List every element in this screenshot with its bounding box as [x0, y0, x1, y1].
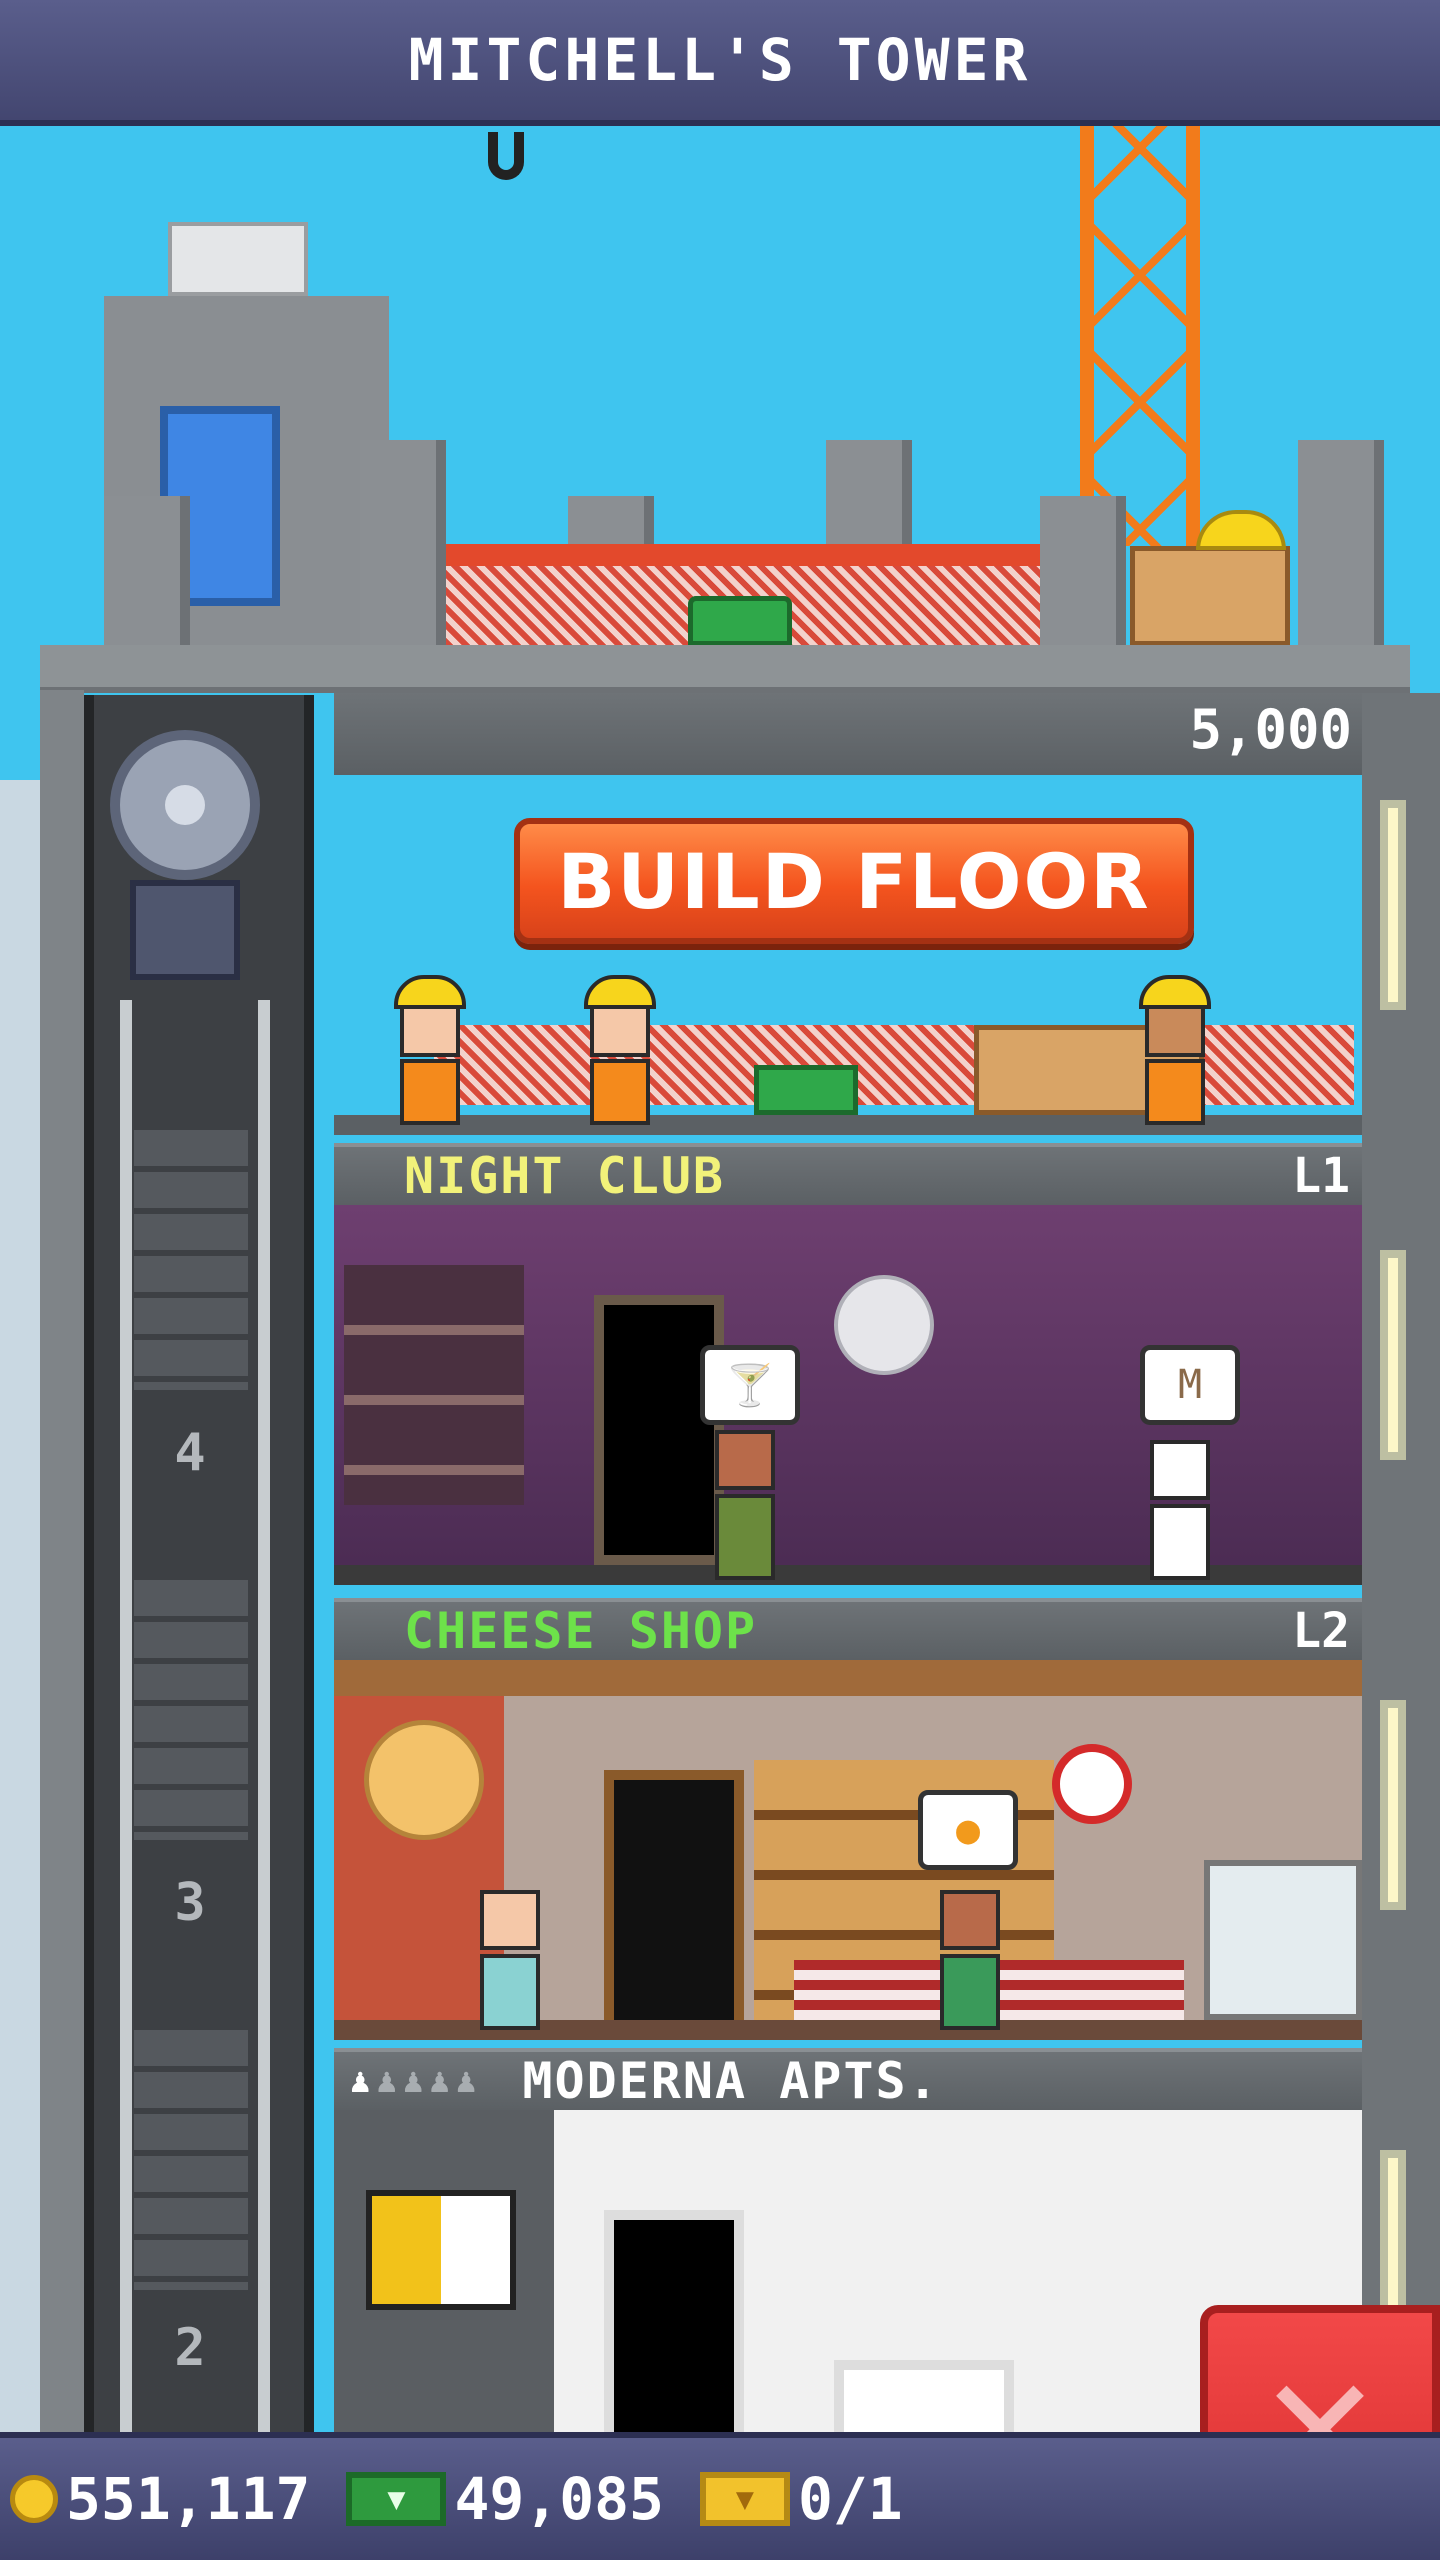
floor-level: L1 — [1292, 1148, 1350, 1204]
worker-body — [590, 1059, 650, 1125]
cheese-request-icon: ● — [918, 1790, 1018, 1870]
vip-value: 0/1 — [797, 2465, 903, 2533]
shop-door[interactable] — [604, 1770, 744, 2040]
floor-level: L2 — [1292, 1603, 1350, 1659]
window — [1380, 1700, 1406, 1910]
window — [1380, 1250, 1406, 1460]
snowman-head — [1150, 1440, 1210, 1500]
floor-name: MODERNA APTS. — [522, 2052, 940, 2110]
shop-clerk[interactable] — [930, 1880, 1010, 2030]
window — [1380, 800, 1406, 1010]
bar-shelf — [344, 1265, 524, 1505]
construction-worker[interactable] — [1135, 975, 1215, 1125]
vip-stat[interactable]: ▼ 0/1 — [699, 2465, 903, 2533]
floor-banner-moderna-apts[interactable]: ♟♟♟♟♟ MODERNA APTS. — [334, 2048, 1362, 2110]
hard-hat-icon — [1139, 975, 1211, 1009]
roof-slab — [40, 645, 1410, 693]
toolbox-icon — [754, 1065, 858, 1115]
construction-worker[interactable] — [390, 975, 470, 1125]
worker-body — [400, 1059, 460, 1125]
elevator-pulley-icon — [110, 730, 260, 880]
build-floor-button[interactable]: BUILD FLOOR — [514, 818, 1194, 944]
coins-stat[interactable]: 551,117 — [10, 2465, 310, 2533]
snowman-body — [1150, 1504, 1210, 1580]
customer[interactable] — [705, 1430, 785, 1580]
tower-wall — [40, 690, 84, 2560]
customer[interactable] — [470, 1880, 550, 2030]
shaft-wall — [134, 1580, 248, 1840]
display-case — [1204, 1860, 1362, 2020]
customer-body — [715, 1494, 775, 1580]
worker-body — [1145, 1059, 1205, 1125]
crane-hook-icon — [488, 132, 524, 180]
hard-hat-icon — [1196, 510, 1286, 550]
elevator-car[interactable] — [130, 880, 240, 980]
tower-title: MITCHELL'S TOWER — [408, 26, 1032, 94]
shaft-wall — [134, 2030, 248, 2290]
customer-head — [715, 1430, 775, 1490]
clerk-body — [940, 1954, 1000, 2030]
elevator-rail — [258, 1000, 270, 2560]
cocktail-icon: 🍸 — [700, 1345, 800, 1425]
snowman-customer[interactable] — [1140, 1430, 1220, 1580]
hard-hat-icon — [584, 975, 656, 1009]
background-building — [0, 780, 40, 2560]
cash-icon: ▼ — [346, 2472, 447, 2526]
toolbox-icon — [688, 596, 792, 646]
shaft-wall — [134, 1130, 248, 1390]
roof-pillar — [1040, 496, 1126, 646]
golden-ticket-icon: ▼ — [699, 2472, 790, 2526]
game-screen: MITCHELL'S TOWER 4 3 2 5,000 BUILD FLOOR… — [0, 0, 1440, 2560]
roof-railing — [446, 544, 1040, 566]
construction-net — [434, 1025, 1354, 1105]
no-smoking-icon — [1052, 1744, 1132, 1824]
customer-body — [480, 1954, 540, 2030]
coin-icon — [10, 2475, 58, 2523]
currency-bar: 551,117 ▼ 49,085 ▼ 0/1 — [0, 2432, 1440, 2560]
roof-pillar — [1298, 440, 1384, 646]
clerk-head — [940, 1890, 1000, 1950]
customer-head — [480, 1890, 540, 1950]
modern-art-painting — [366, 2190, 516, 2310]
hard-hat-icon — [394, 975, 466, 1009]
coins-value: 551,117 — [66, 2465, 311, 2533]
bux-stat[interactable]: ▼ 49,085 — [346, 2465, 664, 2533]
disco-ball-icon — [834, 1275, 934, 1375]
crane-tower — [1080, 126, 1200, 546]
floor-banner-night-club[interactable]: NIGHT CLUB L1 — [334, 1143, 1362, 1205]
construction-worker[interactable] — [580, 975, 660, 1125]
ceiling-beam — [334, 1660, 1362, 1696]
roof-pillar — [360, 440, 446, 646]
floor-name: NIGHT CLUB — [404, 1147, 726, 1205]
bux-value: 49,085 — [454, 2465, 664, 2533]
elevator-floor-number: 2 — [174, 2318, 206, 2378]
floor-banner-cheese-shop[interactable]: CHEESE SHOP L2 — [334, 1598, 1362, 1660]
roof-pillar — [104, 496, 190, 646]
cheese-wheel-icon — [364, 1720, 484, 1840]
tower-header: MITCHELL'S TOWER — [0, 0, 1440, 126]
floor-name: CHEESE SHOP — [404, 1602, 758, 1660]
build-floor-cost: 5,000 — [1189, 698, 1352, 761]
bitizen-request-icon: M — [1140, 1345, 1240, 1425]
roof-vent-icon — [168, 222, 308, 296]
elevator-floor-number: 3 — [174, 1873, 206, 1933]
crate-icon — [1130, 546, 1290, 646]
residents-person-icons: ♟♟♟♟♟ — [350, 2061, 483, 2101]
elevator-rail — [120, 1000, 132, 2560]
elevator-floor-number: 4 — [174, 1423, 206, 1483]
